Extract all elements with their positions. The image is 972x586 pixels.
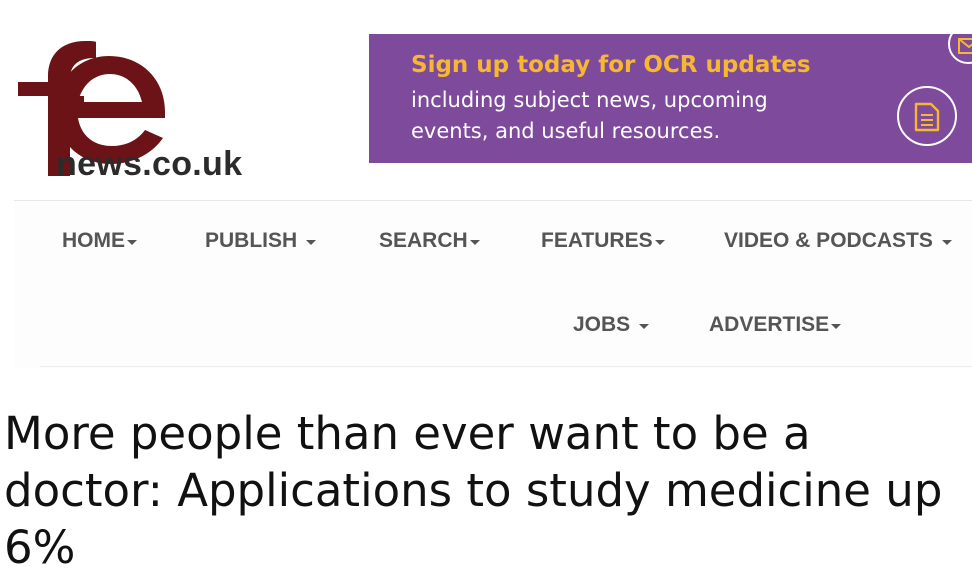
nav-item-label: JOBS bbox=[573, 313, 631, 336]
nav-item-video-podcasts[interactable]: VIDEO & PODCASTS bbox=[724, 229, 952, 253]
caret-down-icon bbox=[306, 240, 317, 245]
nav-item-label: VIDEO & PODCASTS bbox=[724, 229, 933, 252]
article-headline: More people than ever want to be a docto… bbox=[4, 407, 943, 574]
mail-icon bbox=[948, 34, 972, 64]
nav-item-jobs[interactable]: JOBS bbox=[573, 313, 650, 337]
nav-item-publish[interactable]: PUBLISH bbox=[205, 229, 317, 253]
ocr-signup-banner[interactable]: Sign up today for OCR updates including … bbox=[369, 34, 972, 163]
banner-title: Sign up today for OCR updates bbox=[411, 52, 811, 78]
logo-domain-text: news.co.uk bbox=[56, 145, 243, 183]
caret-down-icon bbox=[639, 324, 650, 329]
nav-item-features[interactable]: FEATURES bbox=[541, 229, 665, 253]
caret-down-icon bbox=[941, 240, 952, 245]
nav-item-advertise[interactable]: ADVERTISE bbox=[709, 313, 842, 337]
caret-down-icon bbox=[831, 324, 842, 329]
nav-item-label: HOME bbox=[62, 229, 125, 252]
nav-item-search[interactable]: SEARCH bbox=[379, 229, 480, 253]
document-icon bbox=[897, 86, 957, 146]
nav-item-label: PUBLISH bbox=[205, 229, 298, 252]
nav-divider bbox=[40, 366, 972, 367]
caret-down-icon bbox=[654, 240, 665, 245]
caret-down-icon bbox=[469, 240, 480, 245]
caret-down-icon bbox=[127, 240, 137, 245]
nav-item-label: SEARCH bbox=[379, 229, 468, 252]
main-navigation bbox=[14, 200, 972, 368]
nav-item-home[interactable]: HOME bbox=[62, 229, 137, 253]
nav-item-label: FEATURES bbox=[541, 229, 653, 252]
banner-text: including subject news, upcoming events,… bbox=[411, 88, 768, 143]
site-logo[interactable]: news.co.uk bbox=[12, 40, 272, 185]
nav-item-label: ADVERTISE bbox=[709, 313, 830, 336]
page: news.co.uk Sign up today for OCR updates… bbox=[0, 0, 972, 586]
